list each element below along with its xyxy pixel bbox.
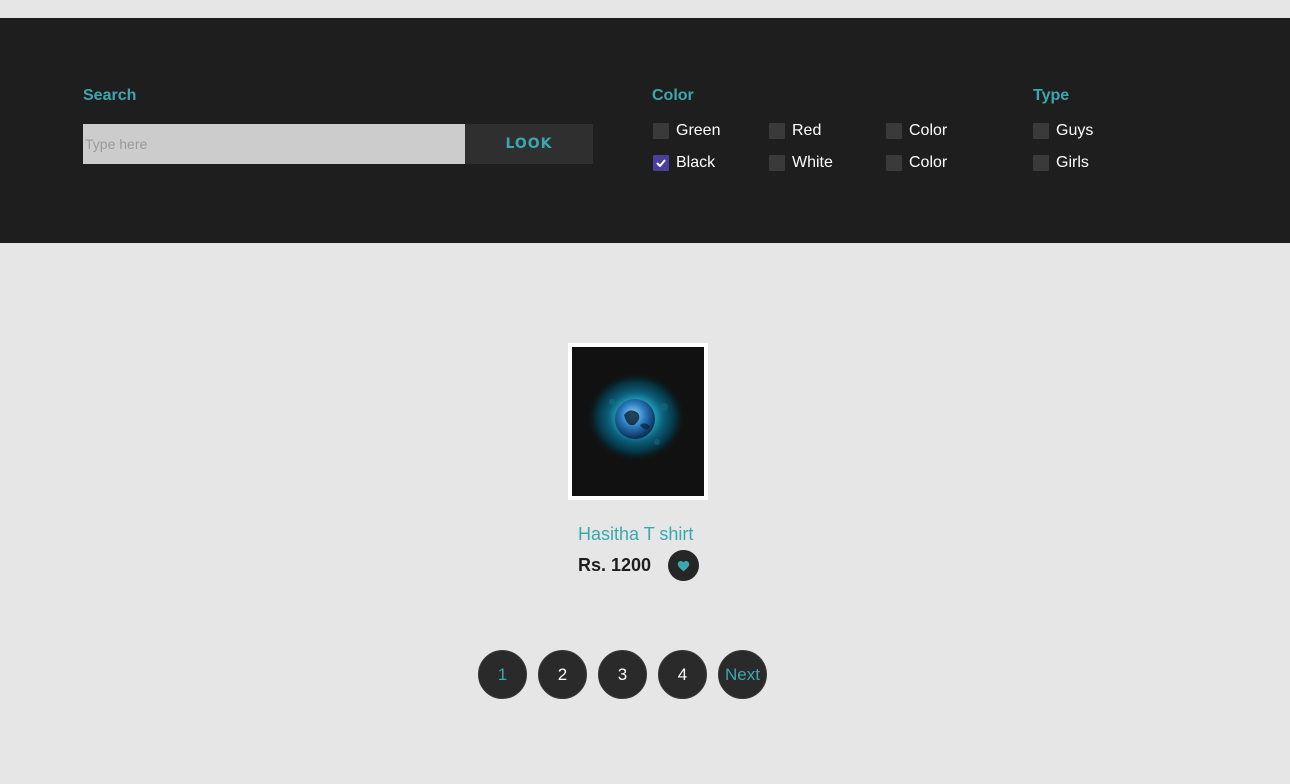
color-option-label: Green xyxy=(676,122,721,139)
color-title: Color xyxy=(652,87,694,104)
look-button[interactable]: LOOK xyxy=(465,124,593,164)
checkbox-green[interactable] xyxy=(653,123,669,139)
checkbox-color-1[interactable] xyxy=(886,123,902,139)
color-option-red[interactable]: Red xyxy=(769,121,821,141)
color-option-label: Color xyxy=(909,154,948,171)
type-option-label: Girls xyxy=(1056,154,1089,171)
checkbox-black[interactable] xyxy=(653,155,669,171)
check-icon xyxy=(656,159,666,167)
search-input[interactable] xyxy=(83,124,465,164)
heart-icon xyxy=(677,560,690,571)
product-image[interactable] xyxy=(572,347,704,496)
favorite-button[interactable] xyxy=(668,550,699,581)
checkbox-white[interactable] xyxy=(769,155,785,171)
next-page-button[interactable]: Next xyxy=(718,650,767,699)
color-option-black[interactable]: Black xyxy=(653,153,715,173)
product-name[interactable]: Hasitha T shirt xyxy=(578,524,693,545)
color-option-green[interactable]: Green xyxy=(653,121,720,141)
checkbox-girls[interactable] xyxy=(1033,155,1049,171)
search-title: Search xyxy=(83,87,137,104)
filter-bar: Search LOOK Color Green Red Color Black … xyxy=(0,18,1290,243)
color-option-color-2[interactable]: Color xyxy=(886,153,947,173)
type-option-guys[interactable]: Guys xyxy=(1033,121,1093,141)
page-button-4[interactable]: 4 xyxy=(658,650,707,699)
page-button-3[interactable]: 3 xyxy=(598,650,647,699)
type-option-girls[interactable]: Girls xyxy=(1033,153,1089,173)
color-option-label: Color xyxy=(909,122,948,139)
product-price: Rs. 1200 xyxy=(578,555,652,575)
checkbox-red[interactable] xyxy=(769,123,785,139)
color-option-white[interactable]: White xyxy=(769,153,833,173)
type-title: Type xyxy=(1033,87,1070,104)
type-option-label: Guys xyxy=(1056,122,1094,139)
color-option-label: Black xyxy=(676,154,716,171)
checkbox-color-2[interactable] xyxy=(886,155,902,171)
color-option-label: White xyxy=(792,154,833,171)
product-card[interactable] xyxy=(568,343,708,500)
color-option-label: Red xyxy=(792,122,822,139)
color-option-color-1[interactable]: Color xyxy=(886,121,947,141)
checkbox-guys[interactable] xyxy=(1033,123,1049,139)
page-button-2[interactable]: 2 xyxy=(538,650,587,699)
page-button-1[interactable]: 1 xyxy=(478,650,527,699)
